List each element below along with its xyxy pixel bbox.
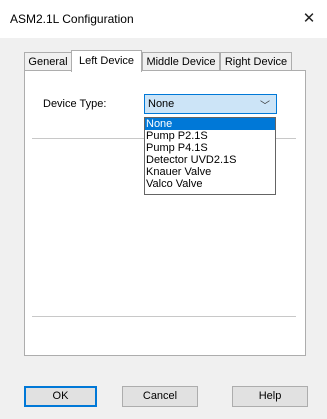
option-pump-p2-1s[interactable]: Pump P2.1S — [145, 130, 275, 142]
option-valco-valve[interactable]: Valco Valve — [145, 178, 275, 190]
option-pump-p4-1s[interactable]: Pump P4.1S — [145, 142, 275, 154]
option-detector-uvd2-1s[interactable]: Detector UVD2.1S — [145, 154, 275, 166]
tab-general[interactable]: General — [24, 52, 72, 70]
device-type-selected-value: None — [148, 98, 175, 110]
cancel-button[interactable]: Cancel — [122, 386, 198, 407]
ok-button[interactable]: OK — [24, 386, 97, 407]
close-icon[interactable]: ✕ — [291, 4, 327, 34]
device-type-label: Device Type: — [43, 98, 107, 110]
tab-left-device[interactable]: Left Device — [71, 50, 142, 72]
option-knauer-valve[interactable]: Knauer Valve — [145, 166, 275, 178]
help-button[interactable]: Help — [232, 386, 308, 407]
tab-middle-device[interactable]: Middle Device — [142, 52, 220, 70]
chevron-down-icon[interactable]: ﹀ — [260, 97, 270, 112]
option-none[interactable]: None — [145, 118, 275, 130]
device-type-combobox[interactable]: None ﹀ — [144, 94, 277, 114]
title-bar: ASM2.1L Configuration ✕ — [0, 0, 327, 38]
window-title: ASM2.1L Configuration — [10, 12, 134, 26]
group-divider-bottom — [32, 316, 296, 317]
tab-right-device[interactable]: Right Device — [220, 52, 292, 70]
device-type-dropdown-list: None Pump P2.1S Pump P4.1S Detector UVD2… — [144, 117, 276, 195]
